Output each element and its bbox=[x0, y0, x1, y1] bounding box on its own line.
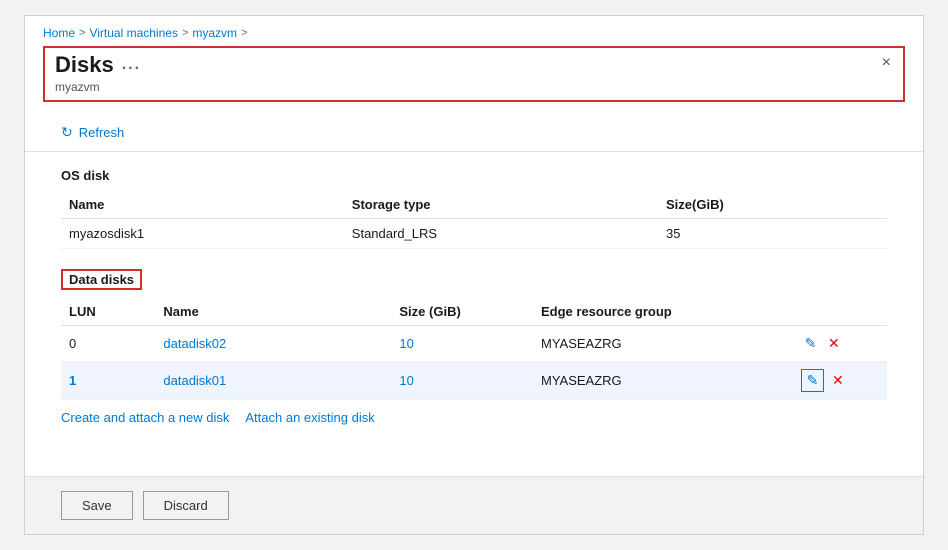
os-disk-storage-type: Standard_LRS bbox=[344, 219, 658, 249]
breadcrumb-vm-name[interactable]: myazvm bbox=[192, 26, 237, 40]
discard-button[interactable]: Discard bbox=[143, 491, 229, 520]
data-disk-header: Data disks bbox=[61, 269, 887, 290]
disk0-size: 10 bbox=[391, 326, 533, 362]
disk0-rg: MYASEAZRG bbox=[533, 326, 793, 362]
table-row: 1 datadisk01 10 MYASEAZRG ✎ ✕ bbox=[61, 362, 887, 400]
page-title: Disks ... bbox=[55, 52, 893, 78]
save-button[interactable]: Save bbox=[61, 491, 133, 520]
disk1-rg: MYASEAZRG bbox=[533, 362, 793, 400]
disk0-name[interactable]: datadisk02 bbox=[155, 326, 391, 362]
data-disk-table: LUN Name Size (GiB) Edge resource group … bbox=[61, 298, 887, 400]
data-col-rg: Edge resource group bbox=[533, 298, 793, 326]
data-col-name: Name bbox=[155, 298, 391, 326]
disk1-size: 10 bbox=[391, 362, 533, 400]
breadcrumb-sep-1: > bbox=[79, 27, 85, 39]
refresh-label: Refresh bbox=[79, 125, 125, 140]
breadcrumb-home[interactable]: Home bbox=[43, 26, 75, 40]
data-col-actions bbox=[793, 298, 887, 326]
close-button[interactable]: × bbox=[876, 52, 897, 74]
content-area: OS disk Name Storage type Size(GiB) myaz… bbox=[25, 152, 923, 476]
ellipsis-menu[interactable]: ... bbox=[122, 56, 141, 74]
create-attach-link[interactable]: Create and attach a new disk bbox=[61, 410, 229, 425]
disk0-delete-button[interactable]: ✕ bbox=[824, 333, 844, 354]
os-disk-section: OS disk Name Storage type Size(GiB) myaz… bbox=[61, 168, 887, 249]
main-panel: Home > Virtual machines > myazvm > Disks… bbox=[24, 15, 924, 535]
disk1-name[interactable]: datadisk01 bbox=[155, 362, 391, 400]
os-disk-table: Name Storage type Size(GiB) myazosdisk1 … bbox=[61, 191, 887, 249]
breadcrumb: Home > Virtual machines > myazvm > bbox=[25, 16, 923, 46]
disk1-delete-button[interactable]: ✕ bbox=[828, 370, 848, 391]
data-col-size: Size (GiB) bbox=[391, 298, 533, 326]
footer: Save Discard bbox=[25, 476, 923, 534]
data-col-lun: LUN bbox=[61, 298, 155, 326]
breadcrumb-sep-3: > bbox=[241, 27, 247, 39]
action-links: Create and attach a new disk Attach an e… bbox=[61, 410, 887, 425]
os-col-name: Name bbox=[61, 191, 344, 219]
disk0-actions: ✎ ✕ bbox=[793, 326, 887, 362]
attach-existing-link[interactable]: Attach an existing disk bbox=[245, 410, 374, 425]
os-disk-name: myazosdisk1 bbox=[61, 219, 344, 249]
disk0-edit-button[interactable]: ✎ bbox=[801, 333, 821, 354]
breadcrumb-vms[interactable]: Virtual machines bbox=[89, 26, 178, 40]
page-subtitle: myazvm bbox=[55, 80, 893, 94]
disk1-actions: ✎ ✕ bbox=[793, 362, 887, 400]
os-col-storage: Storage type bbox=[344, 191, 658, 219]
data-disk-section: Data disks LUN Name Size (GiB) Edge reso… bbox=[61, 269, 887, 425]
breadcrumb-sep-2: > bbox=[182, 27, 188, 39]
disk0-lun: 0 bbox=[61, 326, 155, 362]
toolbar: ↻ Refresh bbox=[25, 114, 923, 152]
refresh-icon: ↻ bbox=[61, 124, 73, 141]
table-row: 0 datadisk02 10 MYASEAZRG ✎ ✕ bbox=[61, 326, 887, 362]
os-disk-size: 35 bbox=[658, 219, 887, 249]
os-col-size: Size(GiB) bbox=[658, 191, 887, 219]
refresh-button[interactable]: ↻ Refresh bbox=[61, 124, 124, 141]
data-disks-title: Data disks bbox=[61, 269, 142, 290]
disk1-edit-button[interactable]: ✎ bbox=[801, 369, 825, 392]
os-disk-title: OS disk bbox=[61, 168, 887, 183]
disk1-lun: 1 bbox=[61, 362, 155, 400]
table-row: myazosdisk1 Standard_LRS 35 bbox=[61, 219, 887, 249]
